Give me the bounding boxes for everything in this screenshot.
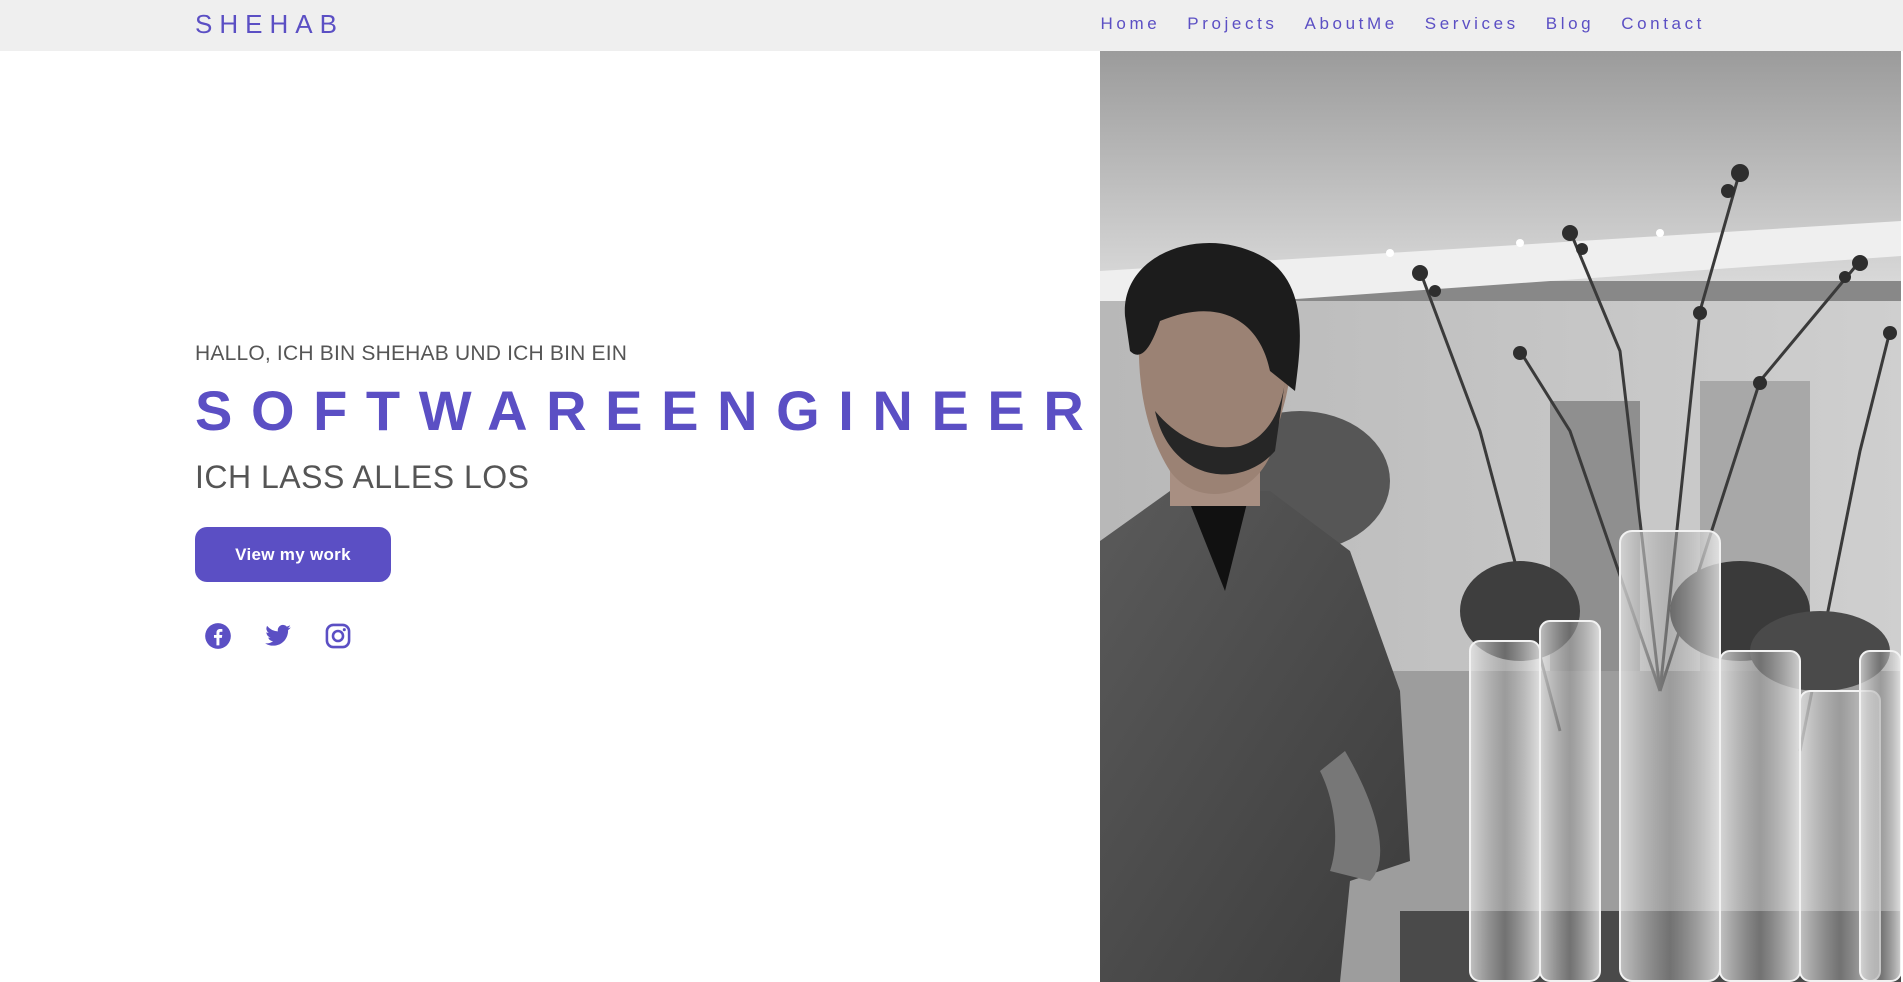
- nav-aboutme[interactable]: AboutMe: [1305, 14, 1398, 34]
- nav-home[interactable]: Home: [1101, 14, 1161, 34]
- portrait-illustration: [1100, 51, 1901, 982]
- nav-projects[interactable]: Projects: [1187, 14, 1277, 34]
- nav-contact[interactable]: Contact: [1621, 14, 1705, 34]
- hero-role: SOFTWAREENGINEER: [195, 379, 1103, 442]
- hero-portrait-photo: [1100, 51, 1901, 982]
- instagram-icon[interactable]: [324, 622, 352, 650]
- top-navbar: SHEHAB Home Projects AboutMe Services Bl…: [0, 0, 1903, 51]
- nav-services[interactable]: Services: [1425, 14, 1519, 34]
- hero-greeting: HALLO, ICH BIN SHEHAB UND ICH BIN EIN: [195, 342, 628, 365]
- facebook-icon[interactable]: [204, 622, 232, 650]
- brand-logo[interactable]: SHEHAB: [195, 9, 344, 40]
- twitter-icon[interactable]: [264, 622, 292, 650]
- view-work-button[interactable]: View my work: [195, 527, 391, 582]
- social-links: [204, 622, 352, 650]
- nav-links: Home Projects AboutMe Services Blog Cont…: [1074, 14, 1705, 34]
- nav-blog[interactable]: Blog: [1546, 14, 1594, 34]
- hero-tagline: ICH LASS ALLES LOS: [195, 459, 530, 495]
